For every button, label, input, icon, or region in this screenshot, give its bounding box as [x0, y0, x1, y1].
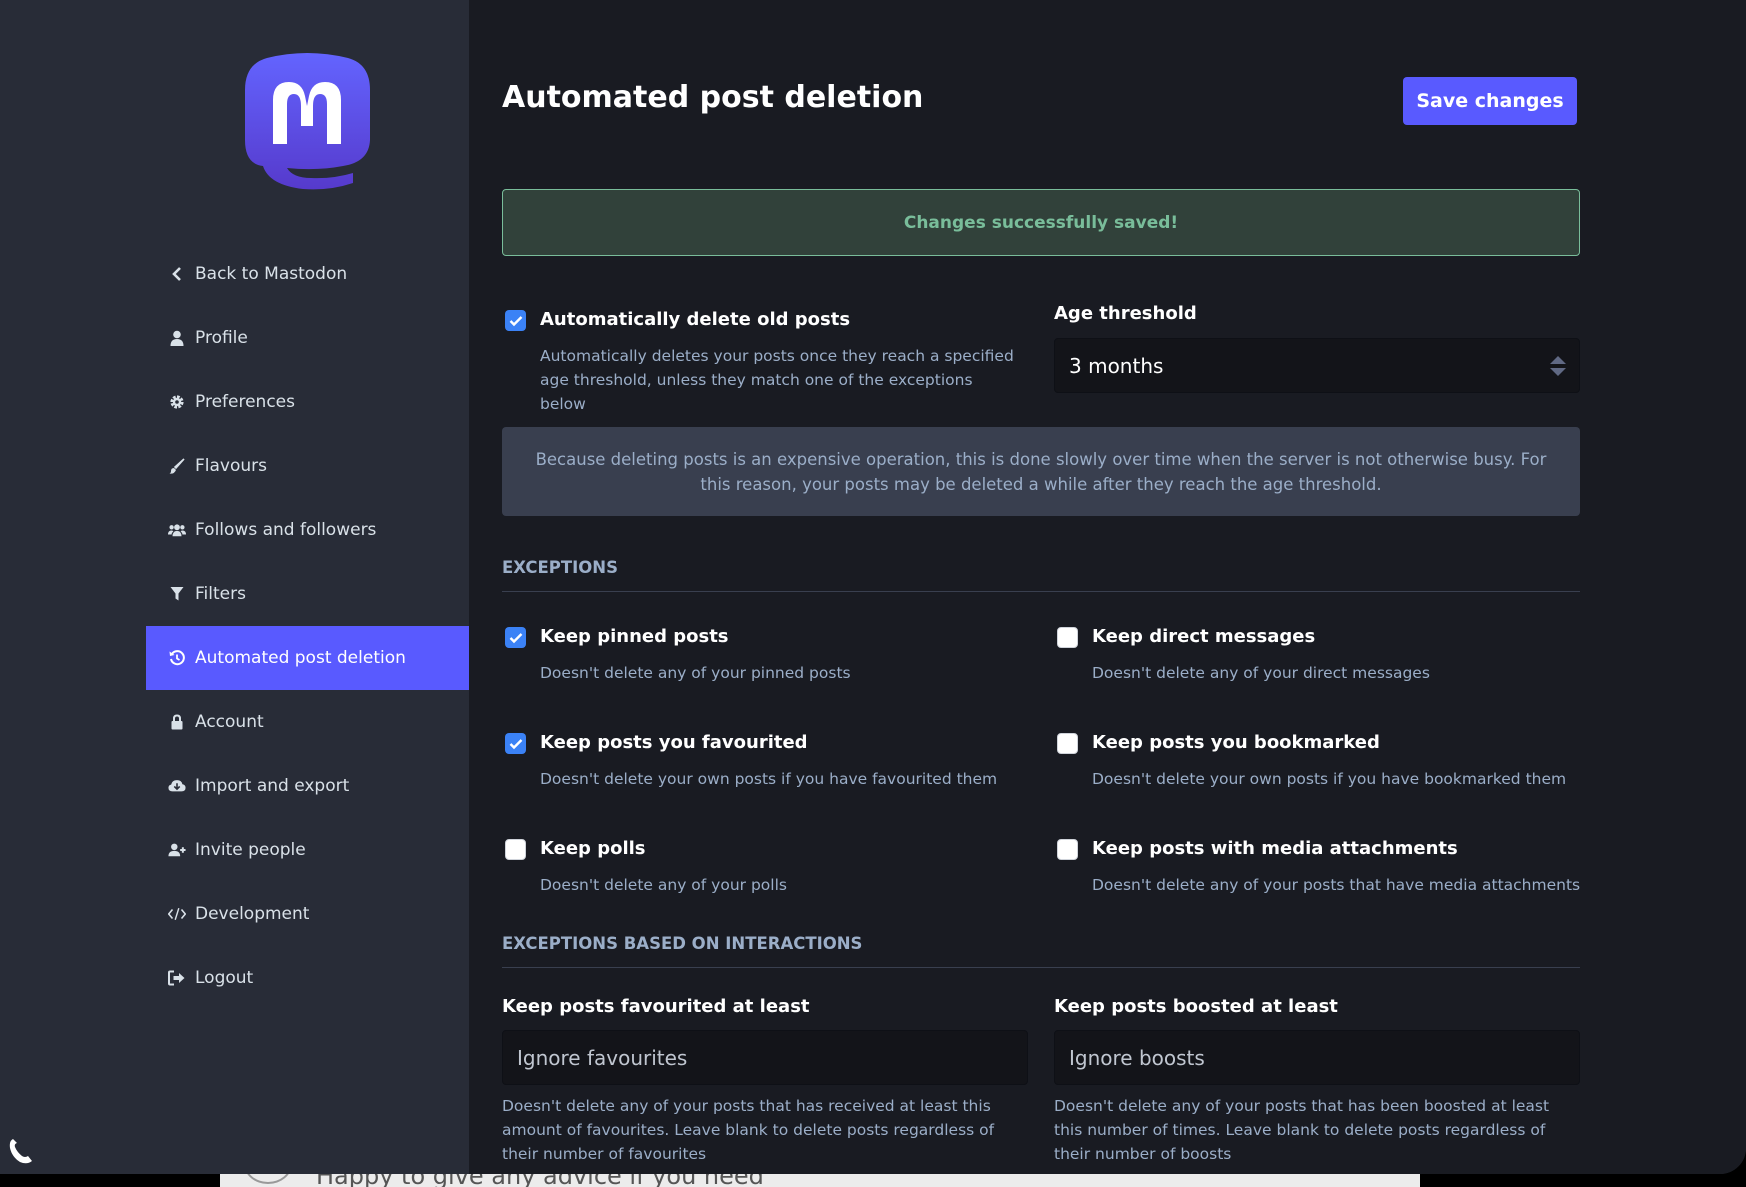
- keep-favourited-hint: Doesn't delete your own posts if you hav…: [540, 770, 998, 788]
- sidebar-item-label: Import and export: [195, 776, 350, 796]
- sidebar-item-back-to-mastodon[interactable]: Back to Mastodon: [146, 242, 469, 306]
- min-favourites-label: Keep posts favourited at least: [502, 996, 810, 1017]
- min-favourites-input[interactable]: [502, 1030, 1028, 1085]
- code-icon: [168, 905, 186, 923]
- sidebar-item-automated-post-deletion[interactable]: Automated post deletion: [146, 626, 469, 690]
- keep-pinned-label: Keep pinned posts: [540, 626, 729, 647]
- auto-delete-label: Automatically delete old posts: [540, 309, 851, 330]
- interactions-heading: EXCEPTIONS BASED ON INTERACTIONS: [502, 934, 1580, 968]
- sidebar-item-preferences[interactable]: Preferences: [146, 370, 469, 434]
- sidebar-item-label: Back to Mastodon: [195, 264, 348, 284]
- info-box: Because deleting posts is an expensive o…: [502, 427, 1580, 516]
- sidebar-item-label: Follows and followers: [195, 520, 377, 540]
- keep-media-checkbox[interactable]: [1057, 839, 1078, 860]
- keep-bookmarked-hint: Doesn't delete your own posts if you hav…: [1092, 770, 1567, 788]
- background-dark-area: [1420, 1174, 1746, 1187]
- history-icon: [168, 649, 186, 667]
- select-arrows-icon: [1550, 356, 1566, 376]
- keep-media-hint: Doesn't delete any of your posts that ha…: [1092, 876, 1581, 894]
- cloud-download-icon: [168, 777, 186, 795]
- sidebar-item-label: Automated post deletion: [195, 648, 406, 668]
- check-icon: [509, 738, 522, 749]
- sidebar-item-import-export[interactable]: Import and export: [146, 754, 469, 818]
- keep-media-label: Keep posts with media attachments: [1092, 838, 1458, 859]
- check-icon: [509, 315, 522, 326]
- sidebar: Back to Mastodon Profile Preferences Fla…: [0, 0, 469, 1174]
- sidebar-item-account[interactable]: Account: [146, 690, 469, 754]
- auto-delete-checkbox[interactable]: [505, 310, 526, 331]
- sidebar-item-follows[interactable]: Follows and followers: [146, 498, 469, 562]
- keep-polls-hint: Doesn't delete any of your polls: [540, 876, 787, 894]
- keep-pinned-checkbox[interactable]: [505, 627, 526, 648]
- sidebar-item-label: Logout: [195, 968, 254, 988]
- keep-bookmarked-checkbox[interactable]: [1057, 733, 1078, 754]
- filter-icon: [168, 585, 186, 603]
- min-boosts-hint: Doesn't delete any of your posts that ha…: [1054, 1097, 1550, 1163]
- lock-icon: [168, 713, 186, 731]
- sidebar-item-logout[interactable]: Logout: [146, 946, 469, 1010]
- chevron-left-icon: [168, 265, 186, 283]
- user-icon: [168, 329, 186, 347]
- phone-icon: [9, 1139, 33, 1164]
- keep-direct-checkbox[interactable]: [1057, 627, 1078, 648]
- users-icon: [168, 521, 186, 539]
- save-changes-button[interactable]: Save changes: [1403, 77, 1577, 125]
- keep-direct-hint: Doesn't delete any of your direct messag…: [1092, 664, 1430, 682]
- page-title: Automated post deletion: [502, 80, 924, 115]
- min-boosts-input[interactable]: [1054, 1030, 1580, 1085]
- age-threshold-label: Age threshold: [1054, 303, 1197, 324]
- keep-polls-checkbox[interactable]: [505, 839, 526, 860]
- sidebar-item-label: Flavours: [195, 456, 268, 476]
- success-flash-message: Changes successfully saved!: [502, 189, 1580, 256]
- sidebar-item-filters[interactable]: Filters: [146, 562, 469, 626]
- sidebar-item-development[interactable]: Development: [146, 882, 469, 946]
- sidebar-item-label: Profile: [195, 328, 248, 348]
- user-plus-icon: [168, 841, 186, 859]
- avatar: [244, 1174, 292, 1184]
- check-icon: [509, 632, 522, 643]
- keep-favourited-label: Keep posts you favourited: [540, 732, 808, 753]
- sidebar-nav: Back to Mastodon Profile Preferences Fla…: [146, 242, 469, 1010]
- sidebar-item-invite-people[interactable]: Invite people: [146, 818, 469, 882]
- app-window: Back to Mastodon Profile Preferences Fla…: [0, 0, 1746, 1174]
- exceptions-heading: EXCEPTIONS: [502, 558, 1580, 592]
- sidebar-item-label: Filters: [195, 584, 246, 604]
- sidebar-item-label: Account: [195, 712, 264, 732]
- keep-direct-label: Keep direct messages: [1092, 626, 1316, 647]
- mastodon-logo: [245, 53, 370, 190]
- background-message: Happy to give any advice if you need: [316, 1174, 764, 1187]
- keep-polls-label: Keep polls: [540, 838, 646, 859]
- age-threshold-value: 3 months: [1069, 353, 1164, 378]
- keep-favourited-checkbox[interactable]: [505, 733, 526, 754]
- background-window: Happy to give any advice if you need: [220, 1174, 1420, 1187]
- sidebar-item-label: Invite people: [195, 840, 306, 860]
- age-threshold-select[interactable]: 3 months: [1054, 338, 1580, 393]
- sign-out-icon: [168, 969, 186, 987]
- auto-delete-hint: Automatically deletes your posts once th…: [540, 347, 1014, 413]
- sidebar-item-flavours[interactable]: Flavours: [146, 434, 469, 498]
- gear-icon: [168, 393, 186, 411]
- min-boosts-label: Keep posts boosted at least: [1054, 996, 1338, 1017]
- sidebar-item-label: Development: [195, 904, 310, 924]
- sidebar-item-profile[interactable]: Profile: [146, 306, 469, 370]
- paintbrush-icon: [168, 457, 186, 475]
- sidebar-item-label: Preferences: [195, 392, 295, 412]
- min-favourites-hint: Doesn't delete any of your posts that ha…: [502, 1097, 995, 1163]
- keep-bookmarked-label: Keep posts you bookmarked: [1092, 732, 1380, 753]
- keep-pinned-hint: Doesn't delete any of your pinned posts: [540, 664, 851, 682]
